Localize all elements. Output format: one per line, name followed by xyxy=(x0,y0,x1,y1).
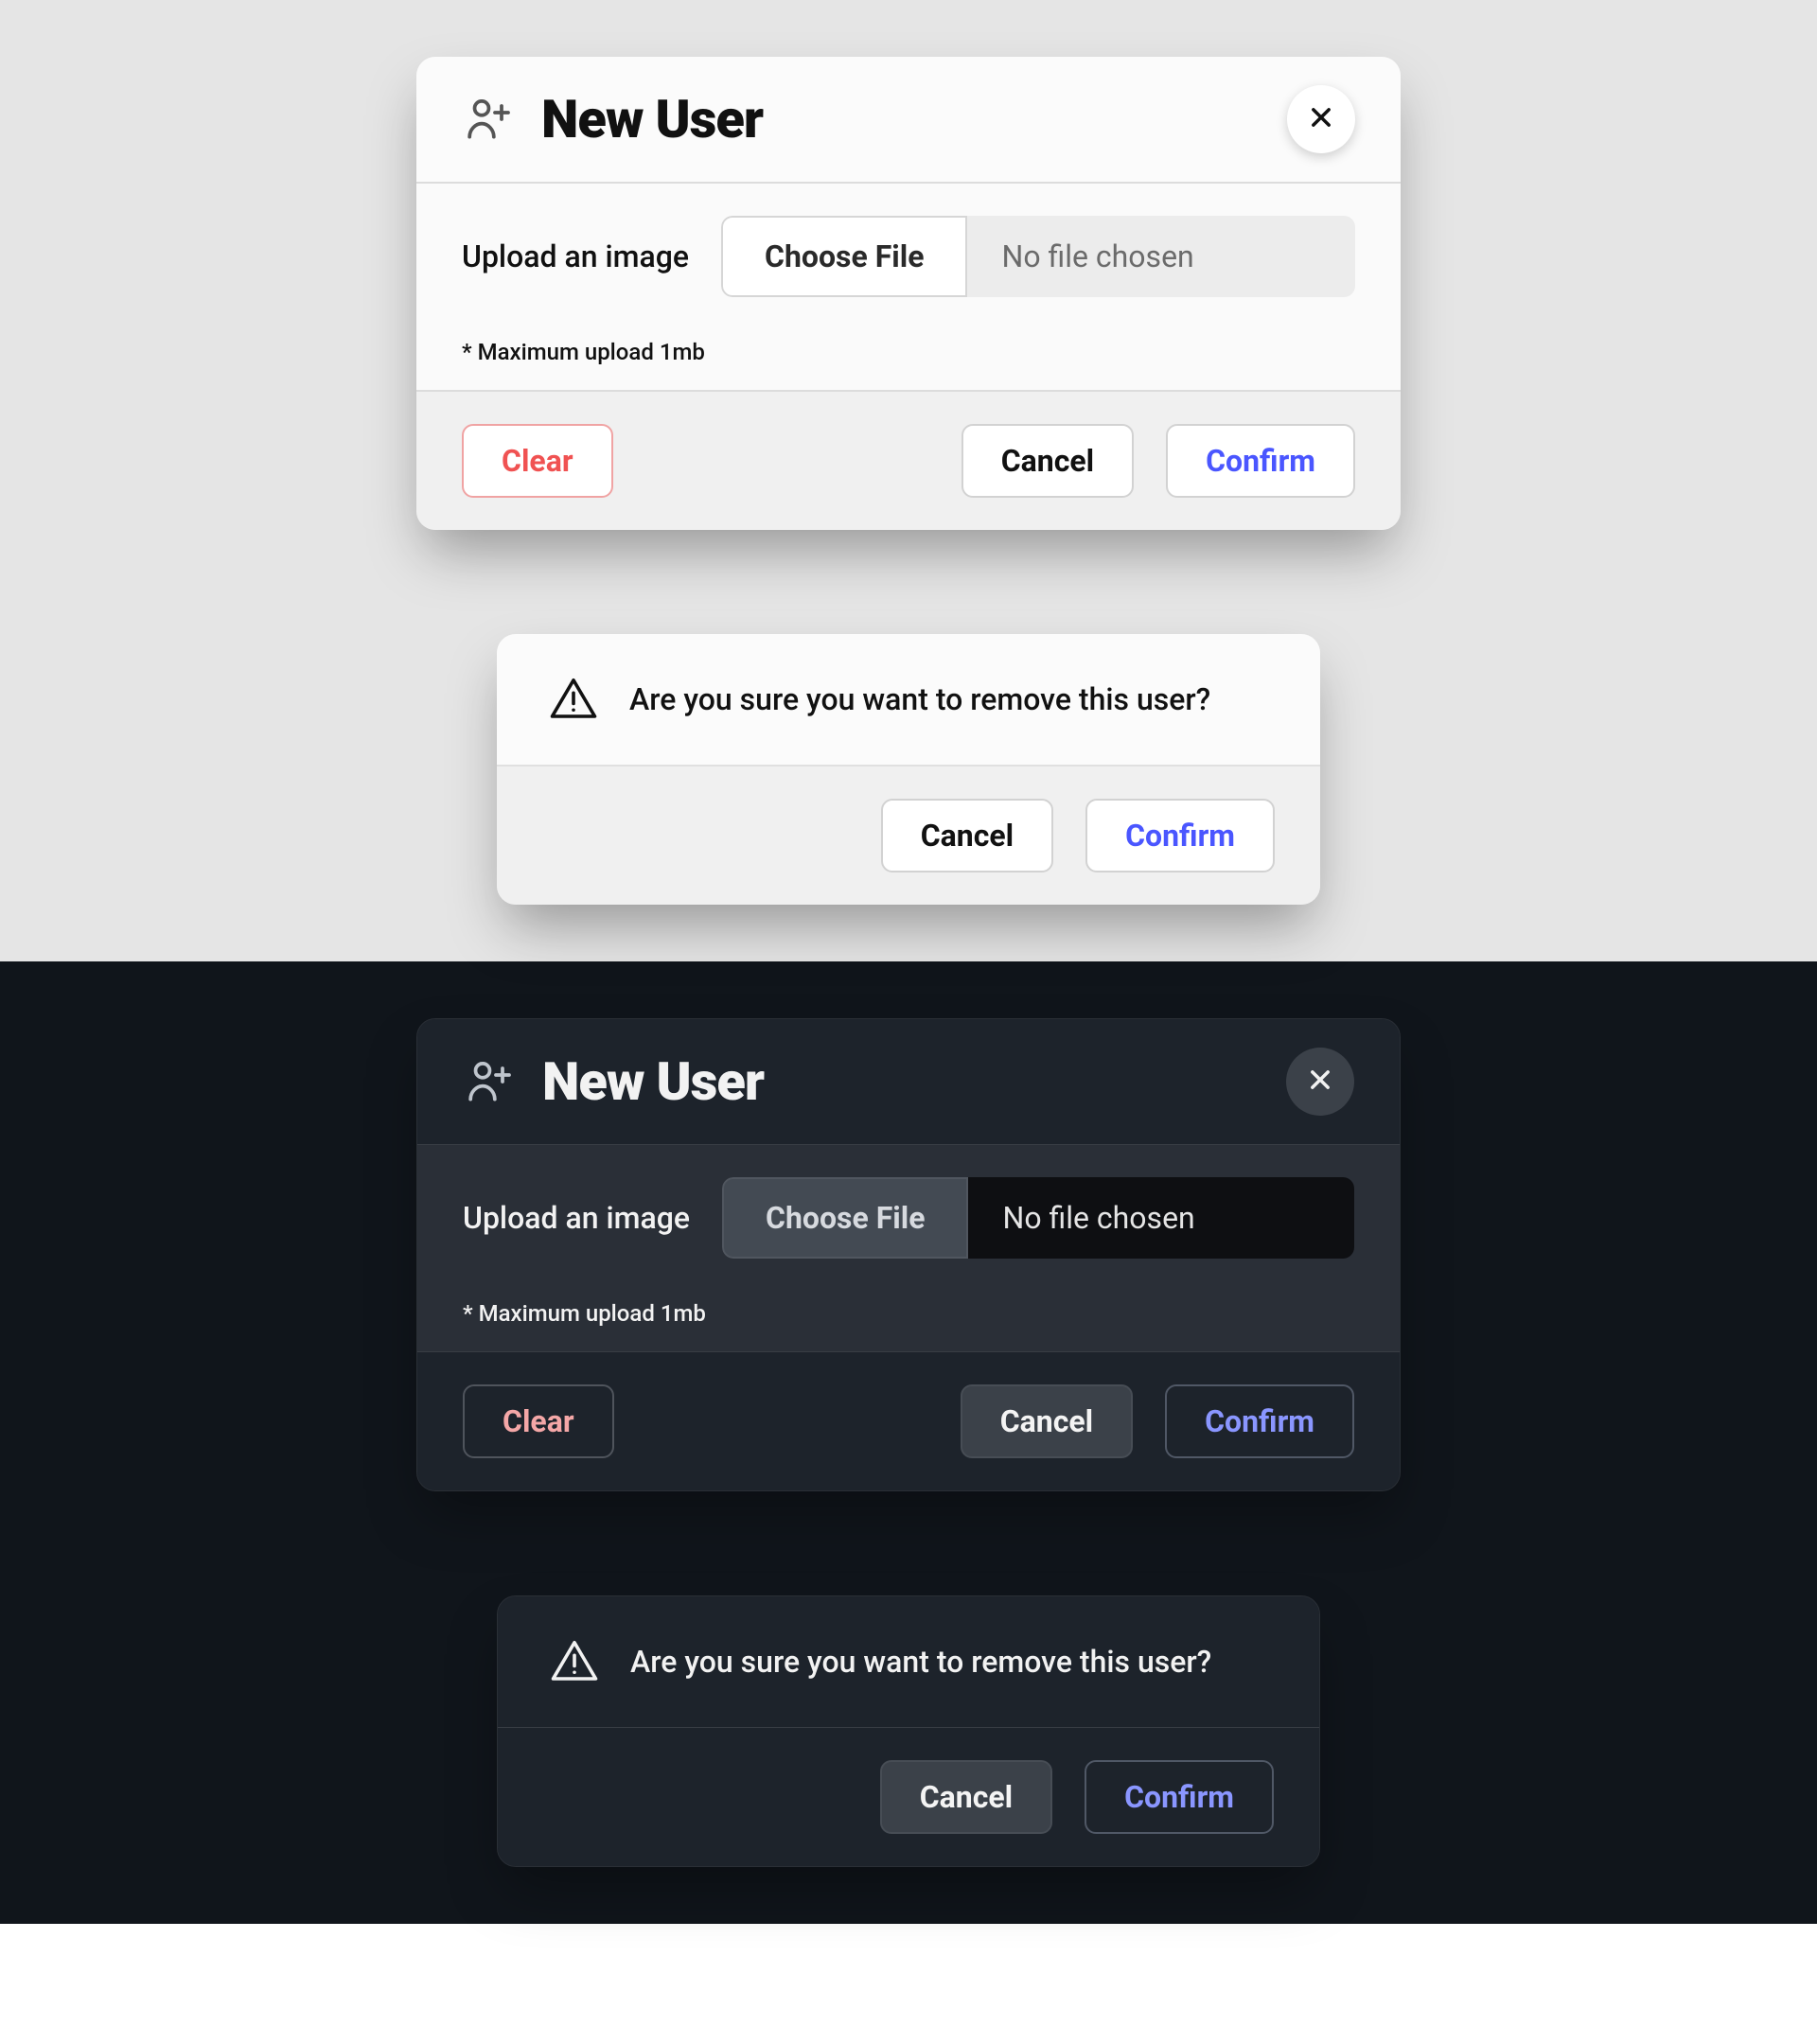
upload-hint: * Maximum upload 1mb xyxy=(463,1300,1354,1327)
file-chosen-text: No file chosen xyxy=(968,1177,1354,1259)
upload-hint: * Maximum upload 1mb xyxy=(462,339,1355,365)
clear-button[interactable]: Clear xyxy=(462,424,613,498)
warning-icon xyxy=(549,1636,600,1687)
new-user-dialog: New User Upload an image Choose File No … xyxy=(416,57,1401,530)
dialog-footer: Clear Cancel Confirm xyxy=(416,392,1401,530)
confirm-button[interactable]: Confirm xyxy=(1166,424,1355,498)
close-icon xyxy=(1308,99,1334,139)
dialog-body: Upload an image Choose File No file chos… xyxy=(417,1144,1400,1352)
confirm-confirm-button[interactable]: Confirm xyxy=(1085,799,1275,872)
confirm-dialog-footer: Cancel Confirm xyxy=(498,1728,1319,1866)
add-user-icon xyxy=(463,1055,516,1108)
cancel-button[interactable]: Cancel xyxy=(961,1384,1133,1458)
file-chosen-text: No file chosen xyxy=(967,216,1355,297)
add-user-icon xyxy=(462,93,515,146)
light-theme-panel: New User Upload an image Choose File No … xyxy=(0,0,1817,961)
confirm-message: Are you sure you want to remove this use… xyxy=(630,1644,1211,1680)
confirm-cancel-button[interactable]: Cancel xyxy=(880,1760,1052,1834)
new-user-dialog: New User Upload an image Choose File No … xyxy=(416,1018,1401,1491)
confirm-confirm-button[interactable]: Confirm xyxy=(1085,1760,1274,1834)
upload-label: Upload an image xyxy=(462,238,689,274)
warning-icon xyxy=(548,674,599,725)
cancel-button[interactable]: Cancel xyxy=(961,424,1134,498)
confirm-dialog-body: Are you sure you want to remove this use… xyxy=(498,1596,1319,1728)
remove-user-confirm-dialog: Are you sure you want to remove this use… xyxy=(497,1595,1320,1867)
choose-file-button[interactable]: Choose File xyxy=(722,1177,968,1259)
upload-row: Upload an image Choose File No file chos… xyxy=(462,216,1355,297)
dark-theme-panel: New User Upload an image Choose File No … xyxy=(0,961,1817,1924)
confirm-dialog-footer: Cancel Confirm xyxy=(497,766,1320,905)
dialog-header: New User xyxy=(417,1019,1400,1144)
upload-row: Upload an image Choose File No file chos… xyxy=(463,1177,1354,1259)
close-button[interactable] xyxy=(1287,85,1355,153)
file-input-group: Choose File No file chosen xyxy=(721,216,1355,297)
choose-file-button[interactable]: Choose File xyxy=(721,216,967,297)
dialog-body: Upload an image Choose File No file chos… xyxy=(416,182,1401,392)
close-button[interactable] xyxy=(1286,1048,1354,1116)
close-icon xyxy=(1307,1062,1333,1101)
file-input-group: Choose File No file chosen xyxy=(722,1177,1354,1259)
dialog-footer: Clear Cancel Confirm xyxy=(417,1352,1400,1490)
remove-user-confirm-dialog: Are you sure you want to remove this use… xyxy=(497,634,1320,905)
upload-label: Upload an image xyxy=(463,1200,690,1236)
confirm-cancel-button[interactable]: Cancel xyxy=(881,799,1053,872)
dialog-header: New User xyxy=(416,57,1401,182)
confirm-dialog-body: Are you sure you want to remove this use… xyxy=(497,634,1320,766)
confirm-button[interactable]: Confirm xyxy=(1165,1384,1354,1458)
clear-button[interactable]: Clear xyxy=(463,1384,614,1458)
confirm-message: Are you sure you want to remove this use… xyxy=(629,681,1210,717)
dialog-title: New User xyxy=(541,88,763,150)
dialog-title: New User xyxy=(542,1050,764,1113)
